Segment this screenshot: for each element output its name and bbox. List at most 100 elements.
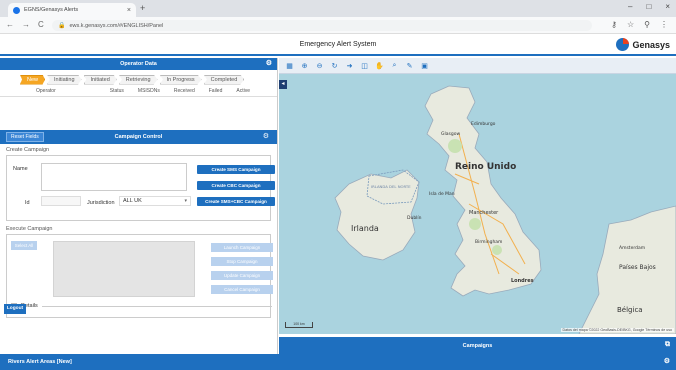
id-input[interactable]: [41, 196, 81, 206]
draw-icon[interactable]: ✎: [405, 61, 414, 70]
collapse-arrow-icon[interactable]: ◂: [279, 80, 287, 89]
launch-campaign-button[interactable]: Launch Campaign: [211, 243, 273, 252]
map-label-edinburgh: Edimburgo: [471, 122, 496, 127]
map-label-amsterdam: Amsterdam: [619, 246, 646, 251]
grid-icon[interactable]: ◫: [360, 61, 369, 70]
menu-icon[interactable]: ⋮: [660, 20, 668, 29]
left-panel: Operator Data ⚙ New Initiating Initiated…: [0, 58, 278, 354]
map-label-glasgow: Glasgow: [441, 132, 461, 137]
details-divider: [41, 305, 272, 307]
url-field[interactable]: 🔒 ews.k.genasys.com/#/ENGLISH/Panel: [52, 20, 592, 31]
browser-tab-bar: EGNS/Genasys Alerts × + – □ ×: [0, 0, 676, 17]
lock-icon: 🔒: [58, 23, 66, 29]
hand-icon[interactable]: ✋: [375, 61, 384, 70]
operator-data-header: Operator Data ⚙: [0, 58, 277, 70]
expand-icon[interactable]: ⧉: [665, 341, 670, 349]
browser-tab[interactable]: EGNS/Genasys Alerts ×: [8, 3, 136, 17]
arrow-icon[interactable]: ➜: [345, 61, 354, 70]
create-sms-button[interactable]: Create SMS Campaign: [197, 165, 275, 174]
col-msisdns: MSISDNs: [137, 87, 160, 94]
map-label-isle-of-man: Isla de Man: [429, 192, 455, 197]
logout-button[interactable]: Logout: [4, 304, 26, 314]
minimize-icon[interactable]: –: [628, 2, 632, 11]
window-controls: – □ ×: [628, 2, 670, 11]
chevron-down-icon: ▾: [184, 198, 187, 204]
execute-campaign-label: Execute Campaign: [6, 226, 53, 232]
tab-title: EGNS/Genasys Alerts: [24, 7, 79, 13]
map-label-dublin: Dublín: [407, 216, 422, 221]
operator-table-header: Operator Status MSISDNs Received Failed …: [0, 85, 277, 97]
name-label: Name: [13, 166, 28, 172]
jurisdiction-label: Jurisdiction: [87, 200, 115, 206]
reload-icon[interactable]: C: [38, 20, 44, 29]
operator-data-title: Operator Data: [120, 61, 157, 67]
col-failed: Failed: [208, 87, 223, 94]
green-area: [448, 139, 462, 153]
create-campaign-box: Name Id Jurisdiction ALL UK ▾ Create SMS…: [6, 155, 275, 221]
settings-icon[interactable]: ⚙: [263, 132, 269, 140]
step-new: New: [20, 74, 46, 85]
refresh-icon[interactable]: ↻: [330, 61, 339, 70]
map-label-london: Londres: [511, 278, 534, 284]
create-sms-cbc-button[interactable]: Create SMS+CBC Campaign: [197, 197, 275, 206]
jurisdiction-select[interactable]: ALL UK ▾: [119, 196, 191, 206]
map-label-ireland: Irlanda: [351, 224, 379, 233]
execute-campaign-box: Select All Launch Campaign Stop Campaign…: [6, 234, 273, 318]
map-attribution: Datos del mapa ©2022 GeoBasis-DE/BKG, Go…: [560, 328, 674, 332]
details-row: Details: [11, 303, 272, 309]
rivers-alert-bar[interactable]: Rivers Alert Areas [New] ⚙: [0, 354, 676, 370]
jurisdiction-value: ALL UK: [123, 198, 142, 204]
tab-close-icon[interactable]: ×: [127, 7, 131, 14]
update-campaign-button[interactable]: Update Campaign: [211, 271, 273, 280]
map-label-belgium: Bélgica: [617, 306, 643, 314]
app-header: Emergency Alert System Genasys: [0, 35, 676, 56]
map-label-northern-ireland: IRLANDA DEL NORTE: [371, 184, 411, 189]
key-icon[interactable]: ⚷: [611, 20, 617, 29]
brand-name: Genasys: [632, 39, 670, 50]
campaigns-header[interactable]: Campaigns ⧉: [279, 337, 676, 354]
app-title: Emergency Alert System: [299, 41, 377, 48]
zoom-out-icon[interactable]: ⊖: [315, 61, 324, 70]
map-scale: 100 km: [285, 322, 313, 328]
campaign-list[interactable]: [53, 241, 195, 297]
create-cbc-button[interactable]: Create CBC Campaign: [197, 181, 275, 190]
cancel-campaign-button[interactable]: Cancel Campaign: [211, 285, 273, 294]
map-canvas[interactable]: ◂ Reino Unido Irlanda Isla de Man Edimbu…: [279, 74, 676, 334]
step-completed: Completed: [203, 74, 245, 85]
forward-icon[interactable]: →: [22, 20, 30, 29]
status-flow: New Initiating Initiated Retrieving In P…: [0, 70, 277, 85]
map-graphic: [334, 85, 676, 334]
search-icon[interactable]: ⌕: [390, 61, 399, 70]
close-window-icon[interactable]: ×: [665, 2, 670, 11]
new-tab-button[interactable]: +: [140, 3, 145, 13]
rivers-alert-title: Rivers Alert Areas [New]: [8, 359, 72, 365]
col-active: Active: [236, 87, 250, 94]
stop-campaign-button[interactable]: Stop Campaign: [211, 257, 273, 266]
layers-icon[interactable]: ▦: [285, 61, 294, 70]
genasys-logo: Genasys: [616, 38, 670, 51]
id-label: Id: [25, 200, 30, 206]
maximize-icon[interactable]: □: [646, 2, 651, 11]
back-icon[interactable]: ←: [6, 20, 14, 29]
col-status: Status: [109, 87, 124, 94]
create-campaign-label: Create Campaign: [6, 147, 50, 153]
map-panel: ▦ ⊕ ⊖ ↻ ➜ ◫ ✋ ⌕ ✎ ▣ ◂ Reino Unido Irland…: [279, 58, 676, 334]
profile-icon[interactable]: ⚲: [644, 20, 650, 29]
col-received: Received: [173, 87, 195, 94]
zoom-in-icon[interactable]: ⊕: [300, 61, 309, 70]
star-icon[interactable]: ☆: [627, 20, 634, 29]
nav-buttons: ← → C: [6, 20, 44, 29]
clear-icon[interactable]: ▣: [420, 61, 429, 70]
map-label-uk: Reino Unido: [455, 162, 517, 172]
step-initiating: Initiating: [47, 74, 82, 85]
select-all-button[interactable]: Select All: [11, 241, 37, 250]
great-britain-landmass: [424, 85, 542, 297]
collapse-icon[interactable]: ⚙: [266, 59, 272, 67]
reset-fields-button[interactable]: Reset Fields: [6, 132, 44, 142]
name-input[interactable]: [41, 163, 187, 191]
settings-icon[interactable]: ⚙: [664, 357, 670, 365]
browser-actions: ⚷ ☆ ⚲ ⋮: [611, 20, 668, 29]
step-in-progress: In Progress: [159, 74, 202, 85]
favicon-icon: [13, 6, 20, 14]
green-area: [492, 245, 502, 255]
